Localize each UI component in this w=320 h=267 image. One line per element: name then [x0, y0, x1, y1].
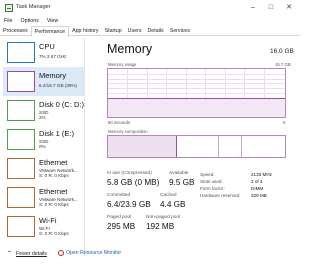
- menu-options[interactable]: Options: [17, 16, 43, 26]
- hardware-reserved-value: 329 MB: [251, 193, 267, 198]
- tab-app-history[interactable]: App history: [69, 26, 102, 36]
- available-value: 9.5 GB: [169, 178, 195, 187]
- sidebar-item-label: Memory: [39, 71, 67, 80]
- title-bar: Task Manager – □ ✕: [0, 0, 300, 16]
- sidebar-item-label: Disk 0 (C: D:): [39, 100, 84, 109]
- sidebar-item-detail: S: 0 R: 0 Kbps: [39, 231, 69, 236]
- cached-label: Cached: [160, 193, 177, 198]
- graph-gridline: [108, 83, 285, 85]
- total-memory: 16.0 GB: [270, 48, 294, 55]
- memory-usage-fill: [108, 98, 285, 117]
- fewer-details-label: Fewer details: [16, 251, 47, 257]
- memory-usage-max: 15.7 GB: [275, 62, 291, 67]
- disk-0-thumbnail-graph: [7, 100, 35, 121]
- fewer-details-link[interactable]: ⌃ Fewer details: [7, 250, 47, 257]
- sidebar-item-detail: 7% 3.67 GHz: [39, 54, 67, 59]
- sidebar-item-label: Ethernet: [39, 158, 68, 167]
- sidebar-item-label: Wi-Fi: [39, 216, 57, 225]
- disk-1-thumbnail-graph: [7, 129, 35, 150]
- speed-label: Speed:: [200, 172, 215, 177]
- sidebar-item-cpu[interactable]: CPU 7% 3.67 GHz: [3, 38, 84, 67]
- graph-gridline: [108, 88, 285, 90]
- in-use-value: 5.8 GB (0 MB): [107, 178, 160, 187]
- paged-pool-label: Paged pool: [107, 215, 132, 220]
- memory-thumbnail-graph: [7, 71, 35, 92]
- memory-usage-graph: [107, 68, 286, 118]
- sidebar-item-ethernet-2[interactable]: Ethernet VMware Network... S: 0 R: 0 Kbp…: [3, 183, 84, 212]
- form-factor-label: Form factor:: [200, 186, 225, 191]
- slots-used-value: 2 of 4: [251, 179, 263, 184]
- sidebar-item-label: Disk 1 (E:): [39, 129, 75, 138]
- sidebar-item-detail: 2%: [39, 115, 46, 120]
- tab-startup[interactable]: Startup: [102, 26, 125, 36]
- sidebar-item-ethernet-1[interactable]: Ethernet VMware Network... S: 0 R: 0 Kbp…: [3, 154, 84, 183]
- ethernet-thumbnail-graph: [7, 158, 35, 179]
- memory-composition-label: Memory composition: [108, 129, 148, 134]
- committed-value: 6.4/23.9 GB: [107, 200, 151, 209]
- cached-value: 4.4 GB: [160, 200, 186, 209]
- graph-time-label: 60 seconds: [108, 120, 130, 125]
- composition-divider: [240, 136, 242, 157]
- open-resource-monitor-link[interactable]: Open Resource Monitor: [66, 250, 121, 256]
- performance-sidebar: CPU 7% 3.67 GHz Memory 6.2/15.7 GB (39%)…: [3, 38, 85, 256]
- graph-gridline: [108, 93, 285, 94]
- tab-details[interactable]: Details: [144, 26, 166, 36]
- cpu-thumbnail-graph: [7, 42, 35, 63]
- resource-monitor-icon: [58, 250, 64, 256]
- page-title: Memory: [107, 42, 153, 56]
- tab-users[interactable]: Users: [125, 26, 145, 36]
- graph-gridline: [108, 78, 285, 80]
- sidebar-item-detail: 0%: [39, 144, 46, 149]
- tab-services[interactable]: Services: [167, 26, 193, 36]
- sidebar-item-wifi[interactable]: Wi-Fi Wi-Fi S: 0 R: 0 Kbps: [3, 212, 84, 241]
- sidebar-item-disk-0[interactable]: Disk 0 (C: D:) SSD 2%: [3, 96, 84, 125]
- maximize-button[interactable]: □: [265, 2, 277, 14]
- tab-performance[interactable]: Performance: [30, 26, 70, 37]
- tab-processes[interactable]: Processes: [0, 26, 31, 36]
- available-label: Available: [169, 171, 189, 176]
- tab-bar: Processes Performance App history Startu…: [0, 26, 300, 37]
- hardware-reserved-label: Hardware reserved:: [200, 193, 241, 198]
- sidebar-item-detail: 6.2/15.7 GB (39%): [39, 83, 78, 88]
- in-use-label: In use (Compressed): [107, 171, 152, 176]
- close-button[interactable]: ✕: [283, 2, 295, 14]
- graph-time-end: 0: [283, 120, 286, 125]
- window-title: Task Manager: [16, 4, 51, 10]
- form-factor-value: DIMM: [251, 186, 264, 191]
- graph-gridline: [108, 73, 285, 75]
- nonpaged-pool-label: Non-paged pool: [146, 215, 181, 220]
- slots-used-label: Slots used:: [200, 179, 223, 184]
- speed-value: 2133 MHz: [251, 172, 272, 177]
- wifi-thumbnail-graph: [7, 216, 35, 237]
- sidebar-item-detail: S: 0 R: 0 Kbps: [39, 173, 69, 178]
- memory-composition-bar: [107, 135, 286, 158]
- composition-divider: [217, 136, 219, 157]
- sidebar-item-memory[interactable]: Memory 6.2/15.7 GB (39%): [3, 67, 84, 96]
- ethernet-thumbnail-graph: [7, 187, 35, 208]
- menu-view[interactable]: View: [43, 16, 62, 26]
- menu-file[interactable]: File: [0, 16, 17, 26]
- sidebar-item-label: Ethernet: [39, 187, 68, 196]
- composition-in-use: [108, 136, 178, 157]
- memory-usage-label: Memory usage: [108, 62, 137, 67]
- minimize-button[interactable]: –: [247, 2, 259, 14]
- task-manager-icon: [5, 4, 13, 12]
- sidebar-item-disk-1[interactable]: Disk 1 (E:) SSD 0%: [3, 125, 84, 154]
- menu-bar: File Options View: [0, 16, 300, 26]
- sidebar-item-label: CPU: [39, 42, 55, 51]
- sidebar-item-detail: S: 0 R: 0 Kbps: [39, 202, 69, 207]
- nonpaged-pool-value: 192 MB: [146, 222, 175, 231]
- committed-label: Committed: [107, 193, 131, 198]
- chevron-up-icon: ⌃: [7, 251, 13, 257]
- paged-pool-value: 295 MB: [107, 222, 136, 231]
